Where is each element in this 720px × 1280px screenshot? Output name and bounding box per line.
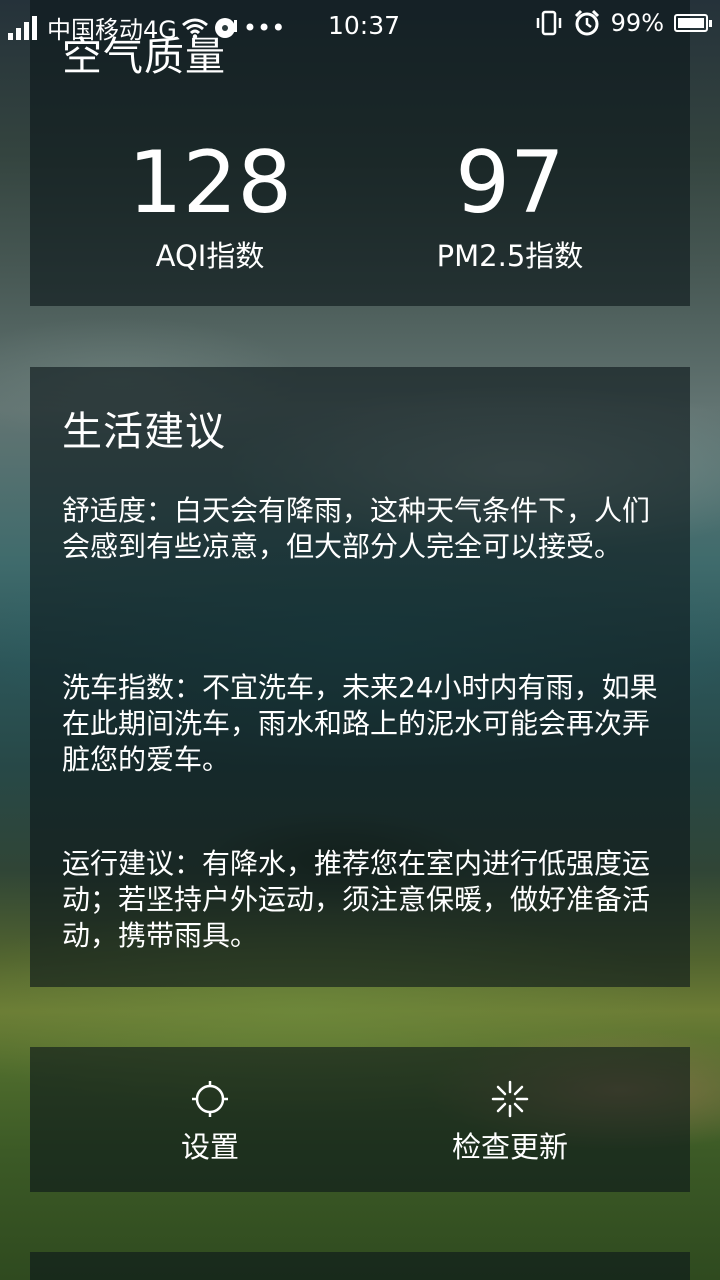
pm25-label: PM2.5指数 [436,239,584,273]
loading-spinner-icon [491,1080,529,1118]
status-left: 中国移动4G ••• [8,10,285,45]
more-notifications-icon: ••• [242,13,286,42]
signal-icon [8,15,37,40]
life-advice-title: 生活建议 [62,409,226,455]
advice-comfort: 舒适度：白天会有降雨，这种天气条件下，人们会感到有些凉意，但大部分人完全可以接受… [62,494,651,563]
aqi-metric: 128 AQI指数 [60,138,360,276]
battery-percent: 99% [610,9,664,37]
settings-button[interactable]: 设置 [60,1079,360,1167]
status-bar: 中国移动4G ••• 10:37 99% [0,0,720,52]
status-time: 10:37 [328,11,401,40]
carrier-label: 中国移动4G [47,16,177,44]
check-update-button[interactable]: 检查更新 [360,1079,660,1167]
battery-icon [674,14,712,32]
status-right: 99% [535,9,712,37]
gear-icon [192,1081,228,1117]
next-card [30,1252,690,1280]
pm25-metric: 97 PM2.5指数 [360,138,660,276]
check-update-label: 检查更新 [451,1130,568,1164]
vibrate-icon [536,10,561,36]
life-advice-card: 生活建议 舒适度：白天会有降雨，这种天气条件下，人们会感到有些凉意，但大部分人完… [30,367,690,987]
alarm-icon [574,9,599,36]
pm25-value: 97 [455,133,565,233]
advice-exercise: 运行建议：有降水，推荐您在室内进行低强度运动；若坚持户外运动，须注意保暖，做好准… [62,847,651,952]
disc-icon [214,17,237,38]
aqi-value: 128 [127,133,293,233]
wifi-icon [181,18,208,39]
aqi-label: AQI指数 [155,239,265,273]
actions-card: 设置 检查更新 [30,1047,690,1192]
settings-label: 设置 [180,1130,239,1164]
advice-car-wash: 洗车指数：不宜洗车，未来24小时内有雨，如果在此期间洗车，雨水和路上的泥水可能会… [62,671,658,776]
